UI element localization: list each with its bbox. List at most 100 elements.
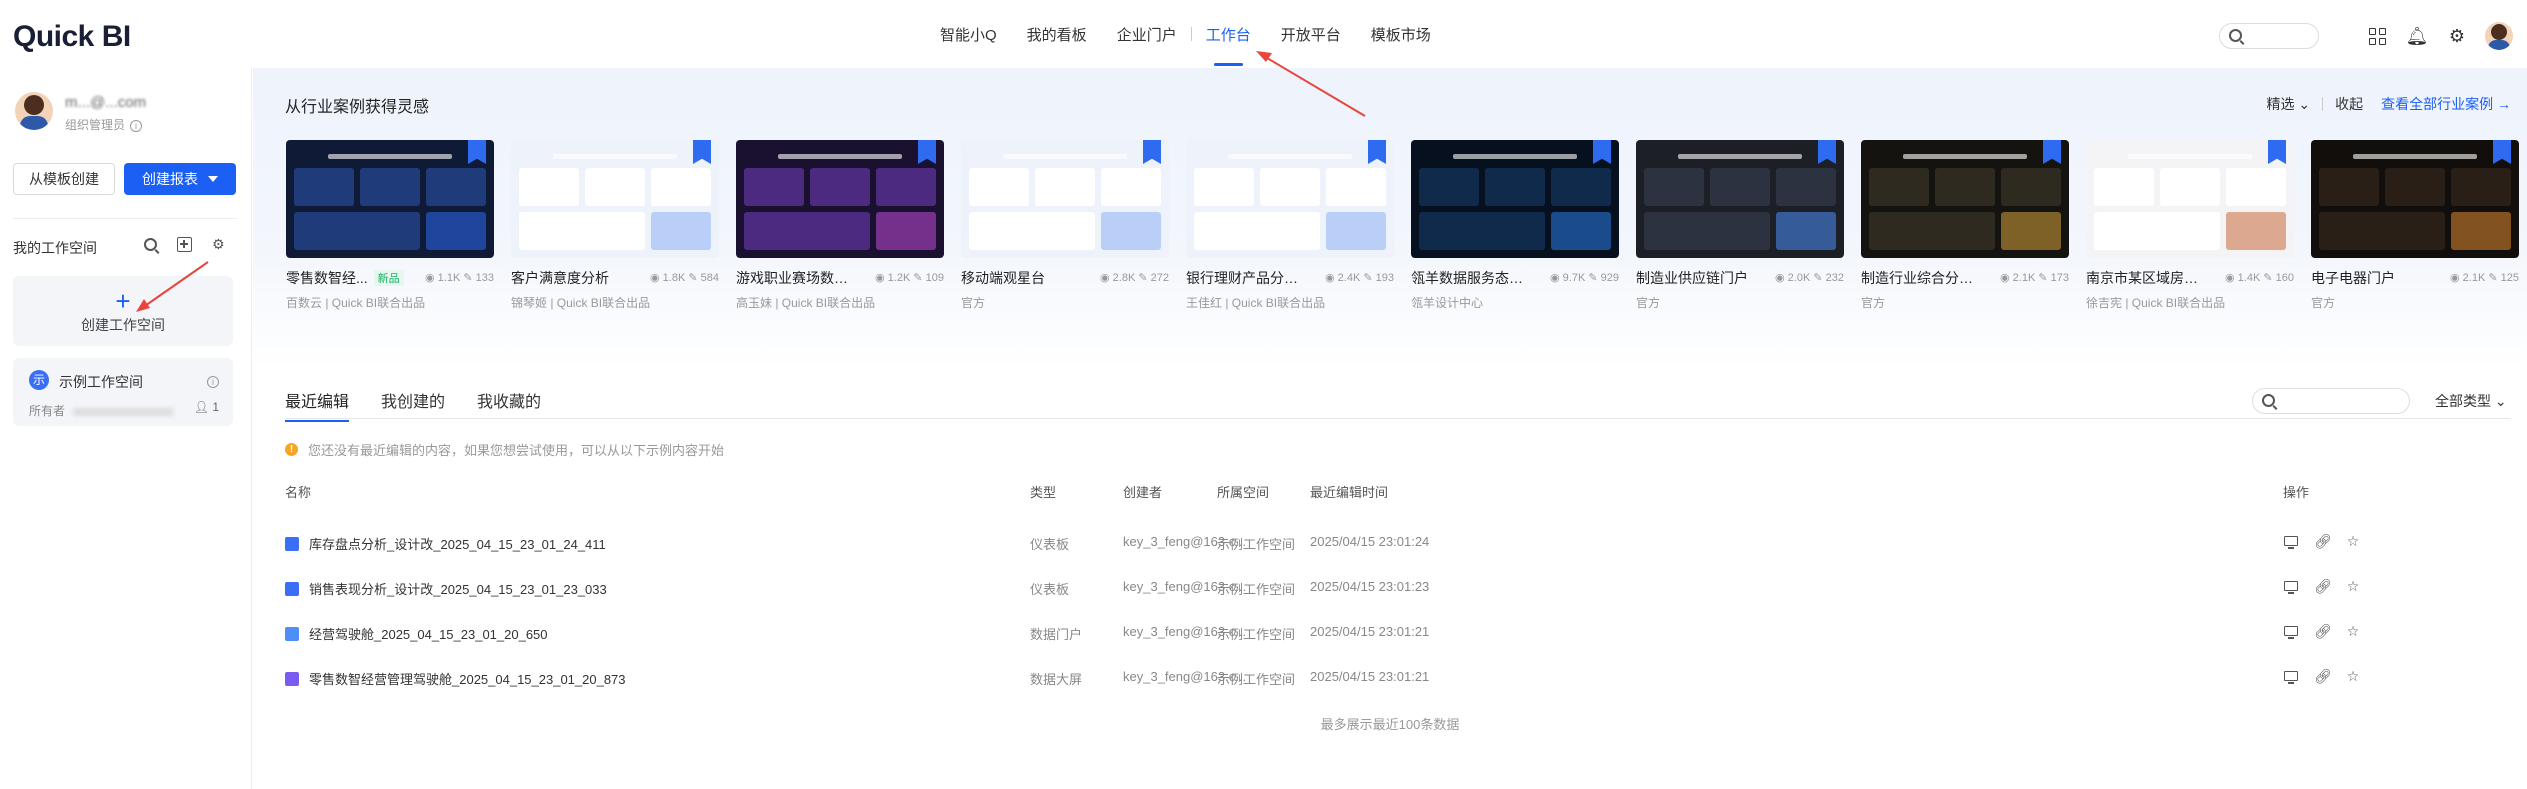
preview-icon[interactable] bbox=[2283, 623, 2299, 640]
gear-icon[interactable]: ⚙ bbox=[2447, 26, 2467, 46]
tab-0[interactable]: 最近编辑 bbox=[285, 388, 350, 422]
star-icon[interactable]: ☆ bbox=[2345, 668, 2361, 685]
nav-item-0[interactable]: 智能小Q bbox=[940, 0, 997, 68]
case-thumbnail[interactable] bbox=[2086, 140, 2294, 258]
case-card[interactable]: 移动端观星台 ◉ 2.8K ✎ 272 官方 bbox=[961, 140, 1169, 311]
user-avatar[interactable] bbox=[2485, 22, 2513, 50]
search-icon bbox=[2229, 29, 2242, 42]
thumb-panel bbox=[360, 168, 420, 206]
view-count: 1.1K bbox=[437, 272, 461, 284]
nav-item-4[interactable]: 开放平台 bbox=[1281, 0, 1341, 68]
case-card[interactable]: 电子电器门户 ◉ 2.1K ✎ 125 官方 bbox=[2311, 140, 2519, 311]
add-workspace-icon[interactable] bbox=[177, 237, 192, 252]
row-name[interactable]: 销售表现分析_设计改_2025_04_15_23_01_23_033 bbox=[285, 579, 607, 598]
preview-icon[interactable] bbox=[2283, 668, 2299, 685]
thumb-chart bbox=[744, 212, 870, 250]
view-count: 2.1K bbox=[2462, 272, 2486, 284]
case-stats: ◉ 1.2K ✎ 109 bbox=[875, 271, 944, 284]
thumb-accent bbox=[651, 212, 711, 250]
view-all-cases-link[interactable]: 查看全部行业案例 → bbox=[2381, 94, 2511, 114]
case-card[interactable]: 客户满意度分析 ◉ 1.8K ✎ 584 锦琴姬 | Quick BI联合出品 bbox=[511, 140, 719, 311]
row-name[interactable]: 零售数智经营管理驾驶舱_2025_04_15_23_01_20_873 bbox=[285, 669, 626, 688]
nav-item-3[interactable]: 工作台 bbox=[1206, 0, 1251, 68]
eye-icon: ◉ bbox=[424, 272, 435, 284]
thumb-panel bbox=[1419, 168, 1479, 206]
case-card[interactable]: 制造业供应链门户 ◉ 2.0K ✎ 232 官方 bbox=[1636, 140, 1844, 311]
case-card[interactable]: 制造行业综合分析... ◉ 2.1K ✎ 173 官方 bbox=[1861, 140, 2069, 311]
list-search-input[interactable] bbox=[2252, 388, 2410, 414]
table-row[interactable]: 零售数智经营管理驾驶舱_2025_04_15_23_01_20_873 数据大屏… bbox=[285, 668, 2511, 714]
preview-icon[interactable] bbox=[2283, 533, 2299, 550]
case-author: 王佳红 | Quick BI联合出品 bbox=[1186, 296, 1326, 310]
link-icon[interactable]: 🔗︎ bbox=[2314, 623, 2332, 640]
case-author: 官方 bbox=[2311, 296, 2336, 310]
tab-1[interactable]: 我创建的 bbox=[381, 388, 445, 422]
case-thumbnail[interactable] bbox=[1411, 140, 1619, 258]
edit-icon: ✎ bbox=[688, 272, 698, 284]
link-icon[interactable]: 🔗︎ bbox=[2314, 668, 2332, 685]
link-icon[interactable]: 🔗︎ bbox=[2314, 578, 2332, 595]
tab-2[interactable]: 我收藏的 bbox=[477, 388, 541, 422]
bell-icon[interactable]: 🔔︎ bbox=[2406, 26, 2429, 46]
workspace-item-demo[interactable]: 示 示例工作空间 i 所有者 👤︎ 1 bbox=[13, 358, 233, 426]
column-header: 创建者 bbox=[1123, 485, 1163, 500]
table-row[interactable]: 销售表现分析_设计改_2025_04_15_23_01_23_033 仪表板 k… bbox=[285, 578, 2511, 624]
case-card[interactable]: 游戏职业赛场数据... ◉ 1.2K ✎ 109 高玉妹 | Quick BI联… bbox=[736, 140, 944, 311]
create-from-template-button[interactable]: 从模板创建 bbox=[13, 163, 115, 195]
eye-icon: ◉ bbox=[1999, 272, 2010, 284]
thumb-panel bbox=[1260, 168, 1320, 206]
case-thumbnail[interactable] bbox=[1636, 140, 1844, 258]
apps-grid-icon[interactable] bbox=[2367, 26, 2387, 46]
thumb-title-bar bbox=[1452, 154, 1578, 159]
edit-icon: ✎ bbox=[1363, 272, 1373, 284]
user-email: m...@...com bbox=[65, 94, 147, 111]
collapse-button[interactable]: 收起 bbox=[2335, 94, 2363, 114]
case-thumbnail[interactable] bbox=[511, 140, 719, 258]
nav-item-2[interactable]: 企业门户 bbox=[1117, 0, 1177, 68]
case-card[interactable]: 瓴羊数据服务态势... ◉ 9.7K ✎ 929 瓴羊设计中心 bbox=[1411, 140, 1619, 311]
nav-item-5[interactable]: 模板市场 bbox=[1371, 0, 1431, 68]
thumb-title-bar bbox=[1002, 154, 1128, 159]
people-icon: 👤︎ bbox=[193, 400, 209, 414]
case-author: 官方 bbox=[1636, 296, 1661, 310]
star-icon[interactable]: ☆ bbox=[2345, 578, 2361, 595]
bookmark-icon bbox=[468, 140, 486, 164]
workspace-search-icon[interactable] bbox=[144, 238, 157, 251]
edit-icon: ✎ bbox=[2263, 272, 2273, 284]
thumb-accent bbox=[2001, 212, 2061, 250]
case-title: 制造业供应链门户 bbox=[1636, 270, 1748, 286]
create-report-button[interactable]: 创建报表 bbox=[124, 163, 236, 195]
featured-filter-dropdown[interactable]: 精选 ⌄ bbox=[2266, 94, 2310, 114]
case-card[interactable]: 银行理财产品分析... ◉ 2.4K ✎ 193 王佳红 | Quick BI联… bbox=[1186, 140, 1394, 311]
case-stats: ◉ 1.4K ✎ 160 bbox=[2225, 271, 2294, 284]
info-icon[interactable]: i bbox=[207, 373, 219, 391]
info-icon[interactable]: i bbox=[130, 119, 143, 132]
preview-icon[interactable] bbox=[2283, 578, 2299, 595]
global-search-input[interactable] bbox=[2219, 23, 2319, 49]
column-header: 所属空间 bbox=[1217, 485, 1270, 500]
table-row[interactable]: 经营驾驶舱_2025_04_15_23_01_20_650 数据门户 key_3… bbox=[285, 623, 2511, 669]
nav-item-1[interactable]: 我的看板 bbox=[1027, 0, 1087, 68]
case-thumbnail[interactable] bbox=[2311, 140, 2519, 258]
case-thumbnail[interactable] bbox=[1186, 140, 1394, 258]
case-card[interactable]: 南京市某区域房屋... ◉ 1.4K ✎ 160 徐吉宪 | Quick BI联… bbox=[2086, 140, 2294, 311]
row-name[interactable]: 库存盘点分析_设计改_2025_04_15_23_01_24_411 bbox=[285, 534, 606, 553]
case-thumbnail[interactable] bbox=[961, 140, 1169, 258]
case-thumbnail[interactable] bbox=[286, 140, 494, 258]
use-count: 125 bbox=[2500, 272, 2519, 284]
case-thumbnail[interactable] bbox=[736, 140, 944, 258]
quick-bi-logo[interactable]: Quick BI bbox=[13, 20, 131, 54]
case-card[interactable]: 零售数智经... 新品 ◉ 1.1K ✎ 133 百数云 | Quick BI联… bbox=[286, 140, 494, 311]
table-row[interactable]: 库存盘点分析_设计改_2025_04_15_23_01_24_411 仪表板 k… bbox=[285, 533, 2511, 579]
workspace-settings-icon[interactable]: ⚙ bbox=[212, 236, 225, 253]
star-icon[interactable]: ☆ bbox=[2345, 623, 2361, 640]
star-icon[interactable]: ☆ bbox=[2345, 533, 2361, 550]
user-role: 组织管理员 i bbox=[65, 116, 143, 133]
case-stats: ◉ 1.8K ✎ 584 bbox=[650, 271, 719, 284]
create-workspace-button[interactable]: + 创建工作空间 bbox=[13, 276, 233, 346]
link-icon[interactable]: 🔗︎ bbox=[2314, 533, 2332, 550]
case-thumbnail[interactable] bbox=[1861, 140, 2069, 258]
file-icon bbox=[285, 671, 299, 686]
type-filter-dropdown[interactable]: 全部类型 ⌄ bbox=[2435, 391, 2507, 411]
row-name[interactable]: 经营驾驶舱_2025_04_15_23_01_20_650 bbox=[285, 624, 548, 643]
